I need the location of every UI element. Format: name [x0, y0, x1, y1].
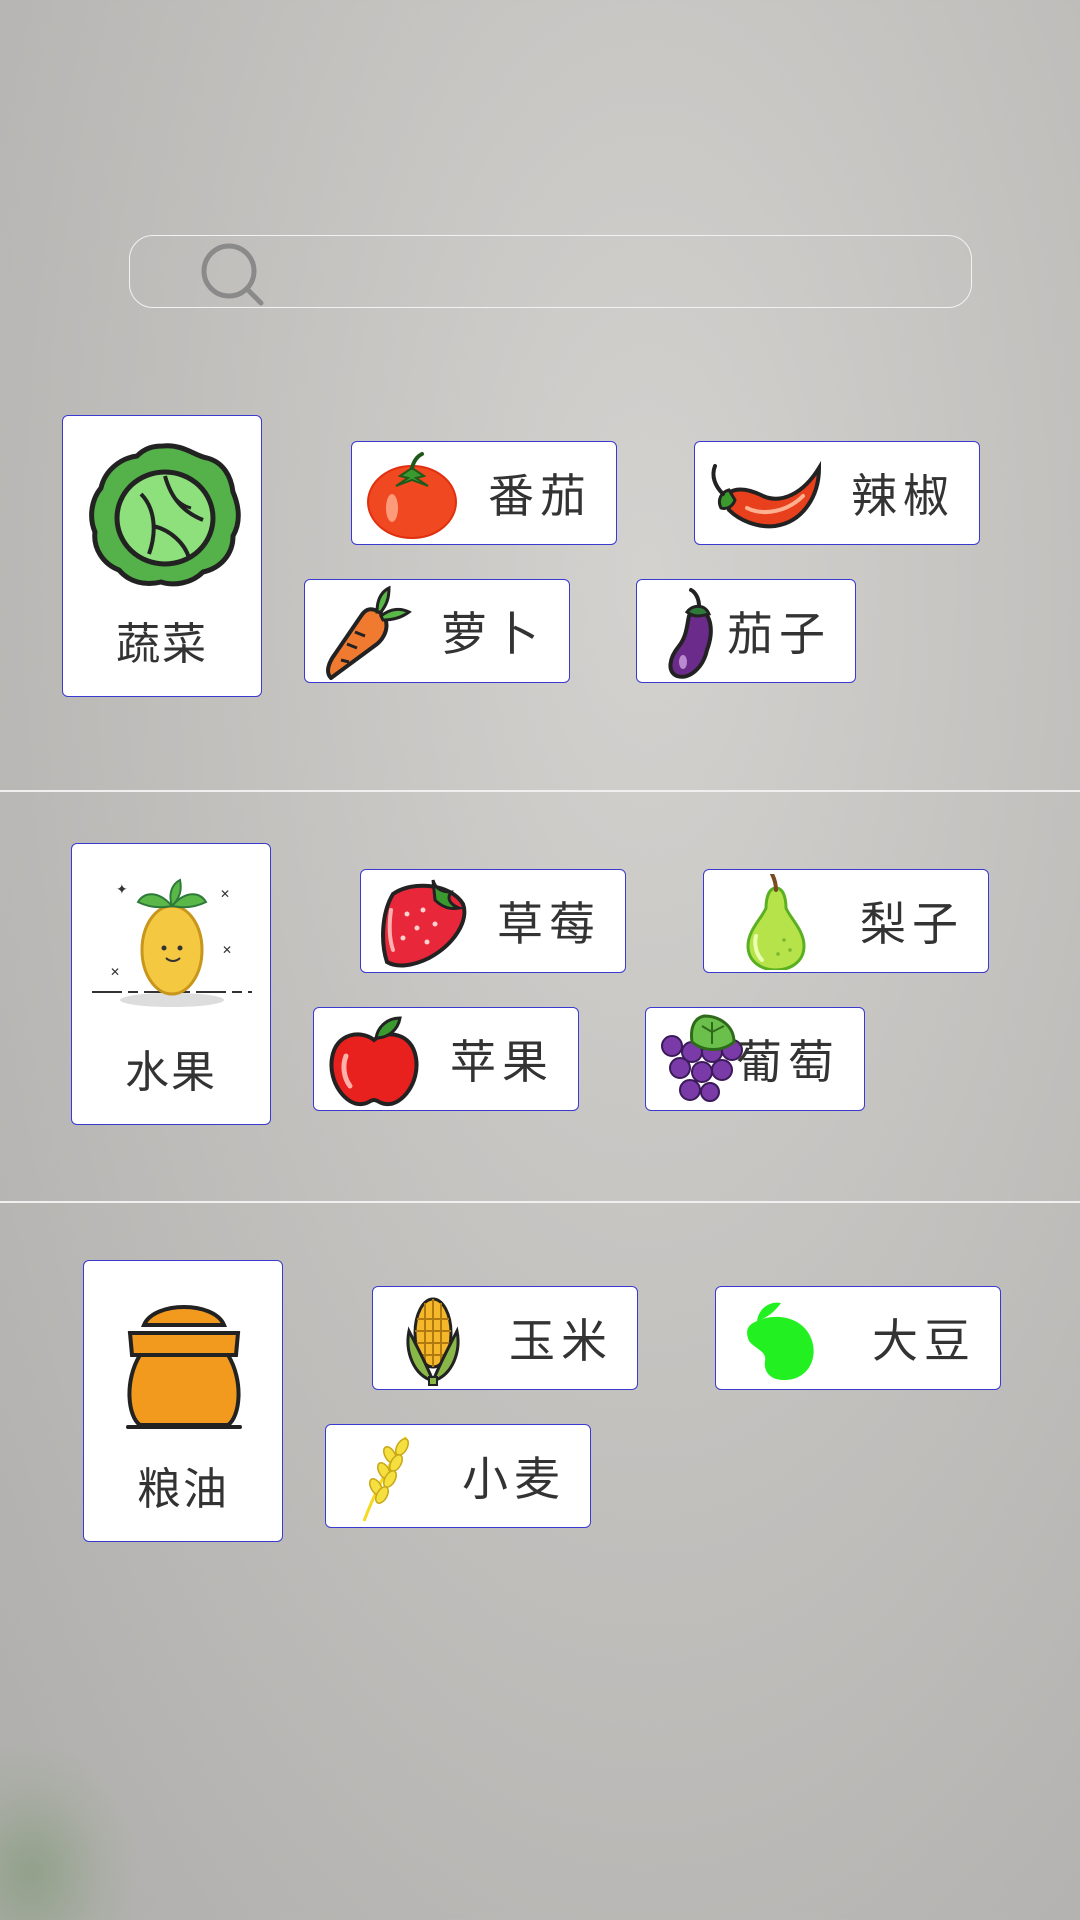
- item-card-grape[interactable]: 葡萄: [645, 1007, 865, 1111]
- svg-text:✕: ✕: [220, 887, 230, 901]
- item-label: 葡萄: [736, 1035, 840, 1089]
- search-bar[interactable]: [129, 235, 972, 308]
- item-card-carrot[interactable]: 萝卜: [304, 579, 570, 683]
- item-card-soybean[interactable]: 大豆: [715, 1286, 1001, 1390]
- strawberry-icon: [381, 879, 467, 968]
- item-label: 番茄: [488, 469, 592, 523]
- fruit-illustration-icon: ✦ ✕ ✕ ✕: [92, 878, 252, 1007]
- item-label: 萝卜: [441, 607, 545, 661]
- item-label: 辣椒: [851, 469, 955, 523]
- section-divider: [0, 790, 1080, 792]
- pear-icon: [746, 874, 806, 970]
- category-label: 粮油: [137, 1464, 229, 1515]
- corn-icon: [406, 1297, 460, 1386]
- item-card-apple[interactable]: 苹果: [313, 1007, 579, 1111]
- category-card-vegetables[interactable]: 蔬菜: [62, 415, 262, 697]
- category-card-grain-oil[interactable]: 粮油: [83, 1260, 283, 1542]
- soybean-icon: [747, 1302, 814, 1381]
- svg-text:✕: ✕: [222, 943, 232, 957]
- grain-sack-icon: [126, 1305, 242, 1429]
- grape-icon: [661, 1014, 743, 1102]
- item-card-pear[interactable]: 梨子: [703, 869, 989, 973]
- item-card-wheat[interactable]: 小麦: [325, 1424, 591, 1528]
- background-plant: [0, 1740, 140, 1920]
- search-icon: [201, 243, 264, 306]
- item-card-eggplant[interactable]: 茄子: [636, 579, 856, 683]
- category-label: 水果: [125, 1047, 217, 1098]
- section-divider: [0, 1201, 1080, 1203]
- search-input[interactable]: [270, 246, 954, 298]
- item-label: 小麦: [462, 1452, 566, 1506]
- category-label: 蔬菜: [116, 619, 208, 670]
- cabbage-icon: [89, 443, 241, 587]
- apple-icon: [329, 1016, 419, 1107]
- item-label: 苹果: [450, 1035, 554, 1089]
- chili-pepper-icon: [711, 460, 822, 529]
- wheat-icon: [362, 1436, 409, 1522]
- svg-text:✕: ✕: [110, 965, 120, 979]
- item-label: 草莓: [497, 897, 601, 951]
- item-card-strawberry[interactable]: 草莓: [360, 869, 626, 973]
- item-card-chili[interactable]: 辣椒: [694, 441, 980, 545]
- item-card-corn[interactable]: 玉米: [372, 1286, 638, 1390]
- item-label: 茄子: [727, 607, 831, 661]
- category-card-fruit[interactable]: ✦ ✕ ✕ ✕ 水果: [71, 843, 271, 1125]
- item-label: 大豆: [872, 1314, 976, 1368]
- item-card-tomato[interactable]: 番茄: [351, 441, 617, 545]
- tomato-icon: [367, 452, 457, 539]
- carrot-icon: [326, 585, 412, 680]
- svg-text:✦: ✦: [116, 882, 128, 898]
- item-label: 梨子: [860, 897, 964, 951]
- item-label: 玉米: [509, 1314, 613, 1368]
